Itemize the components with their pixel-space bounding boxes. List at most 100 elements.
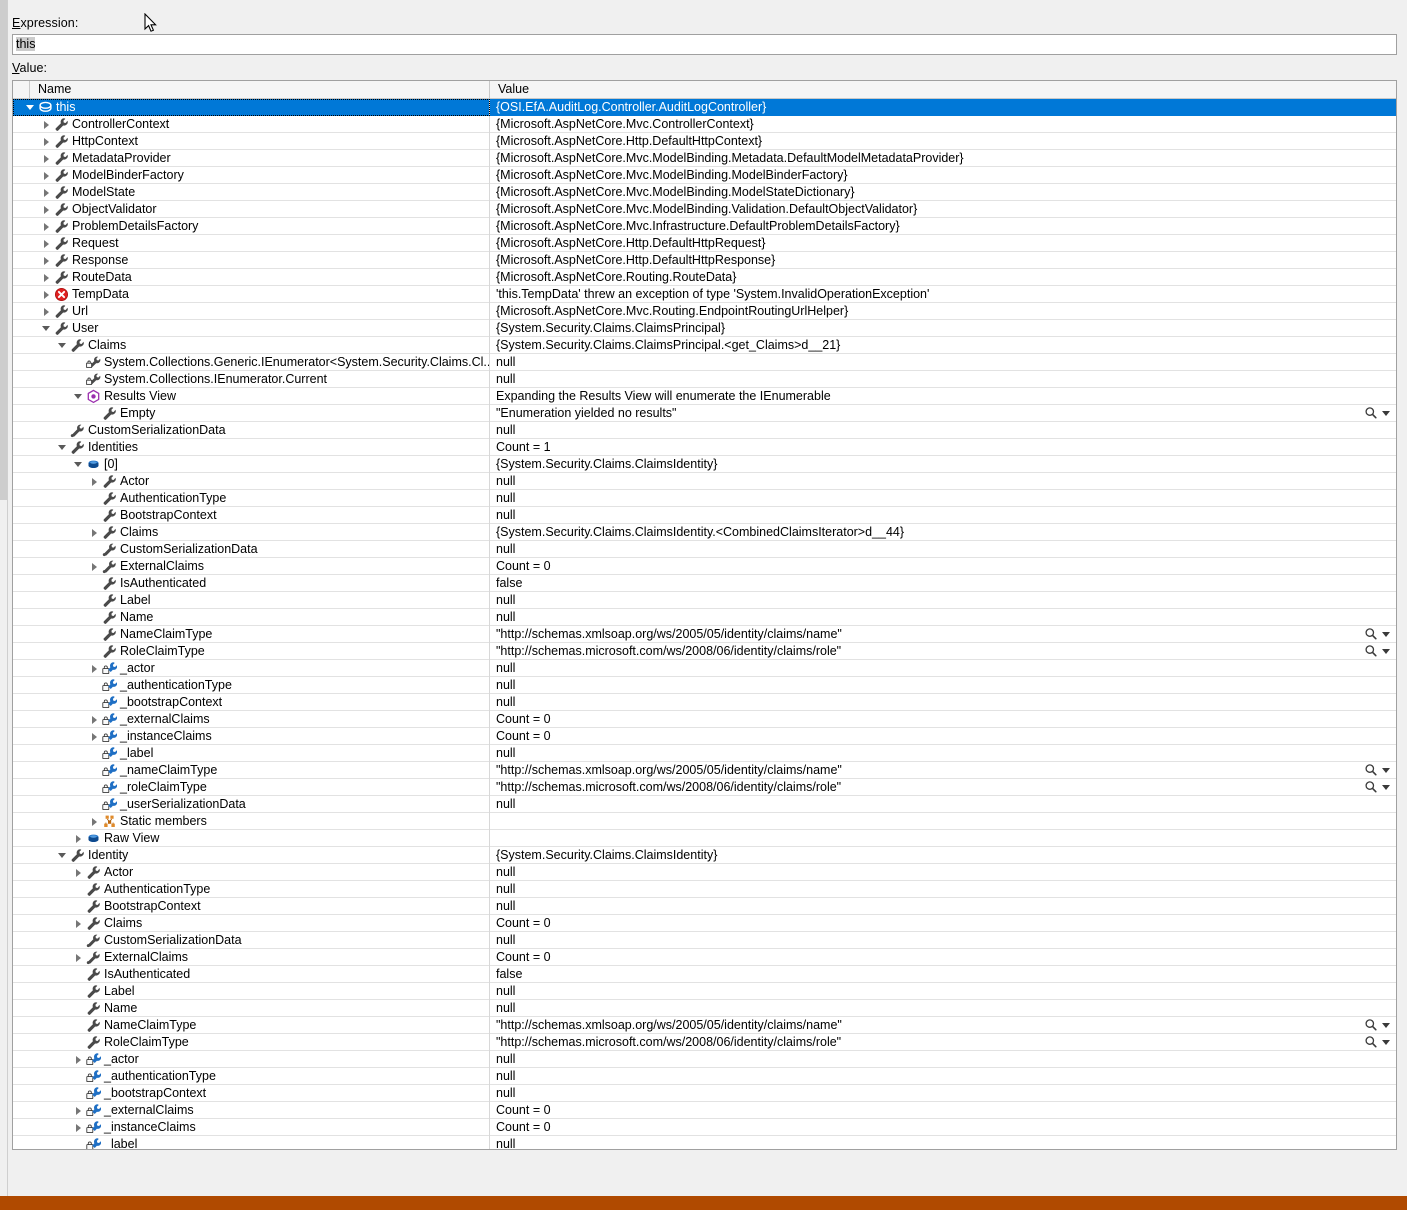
row-value-cell[interactable]: null — [490, 864, 1396, 881]
row-value-cell[interactable]: Count = 0 — [490, 728, 1396, 745]
row-name-cell[interactable]: Request — [13, 234, 490, 252]
table-row[interactable]: Claims Count = 0 — [13, 914, 1396, 932]
chevron-right-icon[interactable] — [40, 286, 53, 302]
table-row[interactable]: _userSerializationData null — [13, 795, 1396, 813]
row-name-cell[interactable]: Identities — [13, 438, 490, 456]
chevron-right-icon[interactable] — [40, 116, 53, 132]
chevron-right-icon[interactable] — [88, 558, 101, 574]
row-name-cell[interactable]: Static members — [13, 812, 490, 830]
row-value-cell[interactable]: {System.Security.Claims.ClaimsIdentity} — [490, 456, 1396, 473]
window-left-scrollbar[interactable] — [0, 0, 8, 1196]
table-row[interactable]: HttpContext {Microsoft.AspNetCore.Http.De… — [13, 132, 1396, 150]
table-row[interactable]: Name null — [13, 999, 1396, 1017]
table-row[interactable]: ExternalClaims Count = 0 — [13, 557, 1396, 575]
row-name-cell[interactable]: _instanceClaims — [13, 1118, 490, 1136]
row-value-cell[interactable]: "http://schemas.microsoft.com/ws/2008/06… — [490, 1034, 1396, 1051]
row-name-cell[interactable]: _label — [13, 744, 490, 762]
row-name-cell[interactable]: this — [13, 98, 490, 116]
table-row[interactable]: _bootstrapContext null — [13, 1084, 1396, 1102]
row-name-cell[interactable]: _roleClaimType — [13, 778, 490, 796]
row-value-cell[interactable]: null — [490, 1068, 1396, 1085]
row-name-cell[interactable]: ExternalClaims — [13, 948, 490, 966]
row-value-cell[interactable]: null — [490, 1085, 1396, 1102]
chevron-right-icon[interactable] — [72, 864, 85, 880]
row-value-cell[interactable]: {Microsoft.AspNetCore.Mvc.ModelBinding.M… — [490, 150, 1396, 167]
row-value-cell[interactable]: {Microsoft.AspNetCore.Mvc.ModelBinding.M… — [490, 184, 1396, 201]
row-value-cell[interactable]: null — [490, 354, 1396, 371]
table-row[interactable]: BootstrapContext null — [13, 506, 1396, 524]
table-row[interactable]: _instanceClaims Count = 0 — [13, 727, 1396, 745]
table-row[interactable]: BootstrapContext null — [13, 897, 1396, 915]
table-row[interactable]: RouteData {Microsoft.AspNetCore.Routing.R… — [13, 268, 1396, 286]
row-name-cell[interactable]: Empty — [13, 404, 490, 422]
row-name-cell[interactable]: Raw View — [13, 829, 490, 847]
chevron-right-icon[interactable] — [40, 252, 53, 268]
table-row[interactable]: _actor null — [13, 1050, 1396, 1068]
row-name-cell[interactable]: BootstrapContext — [13, 897, 490, 915]
row-name-cell[interactable]: RoleClaimType — [13, 642, 490, 660]
row-value-cell[interactable]: null — [490, 473, 1396, 490]
table-row[interactable]: RoleClaimType "http://schemas.microsoft.c… — [13, 642, 1396, 660]
row-value-cell[interactable]: null — [490, 983, 1396, 1000]
table-row[interactable]: Url {Microsoft.AspNetCore.Mvc.Routing.End… — [13, 302, 1396, 320]
row-value-cell[interactable]: "http://schemas.microsoft.com/ws/2008/06… — [490, 643, 1396, 660]
row-value-cell[interactable]: {OSI.EfA.AuditLog.Controller.AuditLogCon… — [490, 98, 1396, 116]
watch-value-grid[interactable]: Name Value this {OSI.EfA.AuditLog.Control… — [12, 80, 1397, 1150]
row-value-cell[interactable]: {Microsoft.AspNetCore.Http.DefaultHttpRe… — [490, 235, 1396, 252]
row-name-cell[interactable]: _userSerializationData — [13, 795, 490, 813]
row-value-cell[interactable]: {System.Security.Claims.ClaimsIdentity} — [490, 847, 1396, 864]
row-name-cell[interactable]: Name — [13, 999, 490, 1017]
row-value-cell[interactable]: Count = 0 — [490, 949, 1396, 966]
row-name-cell[interactable]: IsAuthenticated — [13, 965, 490, 983]
table-row[interactable]: Empty "Enumeration yielded no results" — [13, 404, 1396, 422]
row-name-cell[interactable]: ExternalClaims — [13, 557, 490, 575]
row-name-cell[interactable]: Url — [13, 302, 490, 320]
row-name-cell[interactable]: AuthenticationType — [13, 880, 490, 898]
scrollbar-thumb[interactable] — [0, 0, 7, 500]
chevron-down-icon[interactable] — [1382, 1040, 1390, 1045]
row-name-cell[interactable]: RoleClaimType — [13, 1033, 490, 1051]
row-name-cell[interactable]: CustomSerializationData — [13, 931, 490, 949]
table-row[interactable]: NameClaimType "http://schemas.xmlsoap.org… — [13, 625, 1396, 643]
chevron-right-icon[interactable] — [72, 830, 85, 846]
chevron-right-icon[interactable] — [72, 1102, 85, 1118]
table-row[interactable]: System.Collections.IEnumerator.Current nu… — [13, 370, 1396, 388]
table-row[interactable]: Claims {System.Security.Claims.ClaimsPrin… — [13, 336, 1396, 354]
row-name-cell[interactable]: _actor — [13, 1050, 490, 1068]
row-value-cell[interactable]: null — [490, 1136, 1396, 1149]
row-value-cell[interactable]: Count = 0 — [490, 1119, 1396, 1136]
table-row[interactable]: CustomSerializationData null — [13, 540, 1396, 558]
chevron-down-icon[interactable] — [1382, 1023, 1390, 1028]
grid-header-name[interactable]: Name — [30, 81, 490, 98]
row-value-cell[interactable]: Count = 0 — [490, 1102, 1396, 1119]
chevron-down-icon[interactable] — [1382, 768, 1390, 773]
visualizer-button[interactable] — [1354, 643, 1394, 659]
row-value-cell[interactable]: null — [490, 541, 1396, 558]
row-value-cell[interactable]: {System.Security.Claims.ClaimsPrincipal.… — [490, 337, 1396, 354]
chevron-down-icon[interactable] — [1382, 785, 1390, 790]
visualizer-button[interactable] — [1354, 405, 1394, 421]
chevron-right-icon[interactable] — [88, 473, 101, 489]
row-value-cell[interactable]: {Microsoft.AspNetCore.Http.DefaultHttpCo… — [490, 133, 1396, 150]
row-value-cell[interactable]: null — [490, 677, 1396, 694]
table-row[interactable]: Label null — [13, 591, 1396, 609]
row-value-cell[interactable] — [490, 830, 1396, 847]
row-name-cell[interactable]: ModelState — [13, 183, 490, 201]
chevron-down-icon[interactable] — [1382, 649, 1390, 654]
chevron-right-icon[interactable] — [72, 915, 85, 931]
table-row[interactable]: Static members — [13, 812, 1396, 830]
chevron-down-icon[interactable] — [1382, 632, 1390, 637]
chevron-down-icon[interactable] — [40, 320, 53, 336]
chevron-right-icon[interactable] — [40, 303, 53, 319]
row-value-cell[interactable]: null — [490, 507, 1396, 524]
expression-input[interactable]: this — [12, 34, 1397, 55]
visualizer-button[interactable] — [1354, 762, 1394, 778]
chevron-down-icon[interactable] — [56, 337, 69, 353]
chevron-down-icon[interactable] — [1382, 411, 1390, 416]
chevron-down-icon[interactable] — [24, 99, 37, 115]
table-row[interactable]: MetadataProvider {Microsoft.AspNetCore.Mv… — [13, 149, 1396, 167]
chevron-down-icon[interactable] — [56, 847, 69, 863]
row-name-cell[interactable]: System.Collections.Generic.IEnumerator<S… — [13, 353, 490, 371]
table-row[interactable]: _authenticationType null — [13, 676, 1396, 694]
table-row[interactable]: CustomSerializationData null — [13, 421, 1396, 439]
